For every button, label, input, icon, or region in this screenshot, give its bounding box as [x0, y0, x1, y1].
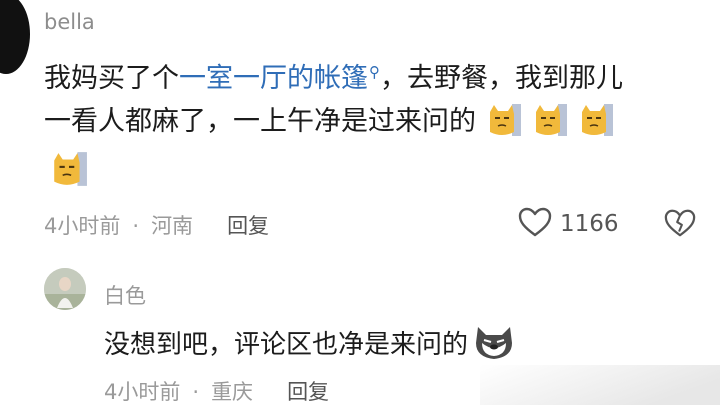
reply-username[interactable]: 白色: [104, 280, 146, 310]
meta-separator: ·: [132, 214, 140, 238]
bottom-fade: [480, 365, 720, 405]
reply-time: 4小时前: [104, 380, 181, 404]
cat-facepalm-icon: [532, 102, 568, 138]
reply-button[interactable]: 回复: [227, 214, 269, 238]
like-button[interactable]: 1166: [518, 207, 619, 241]
dislike-button[interactable]: [664, 208, 696, 242]
reply-reply-button[interactable]: 回复: [287, 380, 329, 404]
meta-separator: ·: [192, 380, 200, 404]
comment-text-line2: 一看人都麻了，一上午净是过来问的: [44, 101, 624, 143]
search-link-text[interactable]: 一室一厅的帐篷: [179, 63, 368, 94]
comment-text-line1: 我妈买了个一室一厅的帐篷⚲，去野餐，我到那儿: [44, 51, 623, 100]
comment-meta: 4小时前 · 河南 回复: [44, 210, 269, 240]
avatar[interactable]: [0, 0, 30, 74]
broken-heart-icon[interactable]: [664, 209, 696, 242]
search-link[interactable]: 一室一厅的帐篷⚲: [179, 63, 380, 94]
comment-text-segment: 一看人都麻了，一上午净是过来问的: [44, 106, 476, 137]
reply-text: 没想到吧，评论区也净是来问的: [104, 323, 516, 368]
reply-location: 重庆: [211, 380, 254, 404]
reply-text-segment: 没想到吧，评论区也净是来问的: [104, 330, 469, 360]
dog-smirk-icon: [472, 323, 516, 368]
reply-avatar[interactable]: [44, 268, 86, 310]
comment-time: 4小时前: [44, 214, 121, 238]
reply-meta: 4小时前 · 重庆 回复: [104, 376, 329, 406]
search-icon[interactable]: ⚲: [369, 63, 380, 81]
cat-facepalm-icon: [486, 102, 522, 138]
cat-facepalm-icon: [50, 150, 88, 192]
like-count: 1166: [560, 211, 619, 237]
comment-text-segment: ，去野餐，我到那儿: [380, 63, 623, 94]
comment-location: 河南: [151, 214, 194, 238]
cat-facepalm-icon: [578, 102, 614, 138]
comment-text-segment: 我妈买了个: [44, 63, 179, 94]
comment-username[interactable]: bella: [44, 10, 95, 34]
heart-icon[interactable]: [518, 207, 552, 241]
